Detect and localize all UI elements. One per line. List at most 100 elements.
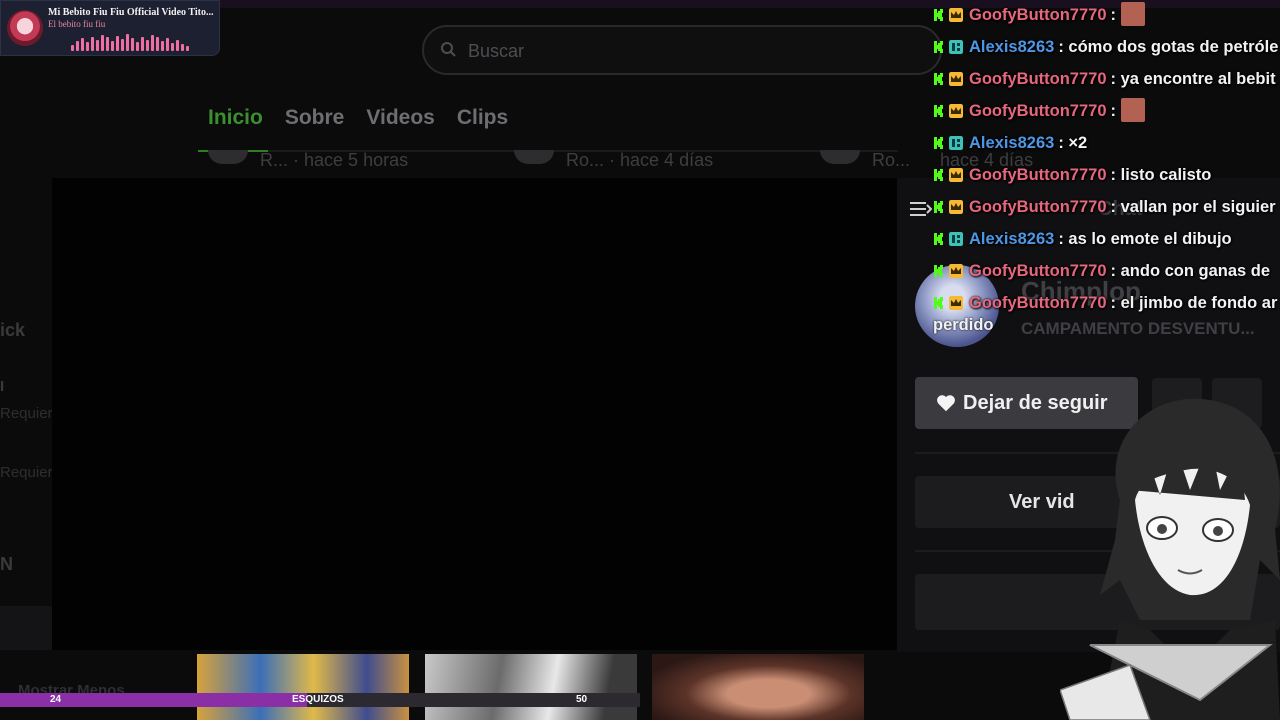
kick-badge-icon [934,265,943,277]
visualizer-bar [146,40,149,51]
chat-separator: : [1110,166,1121,184]
chat-username[interactable]: Alexis8263 [969,230,1054,248]
search-bar[interactable]: Buscar [422,25,942,75]
chat-username[interactable]: GoofyButton7770 [969,102,1107,120]
visualizer-bar [121,39,124,51]
visualizer-bar [141,37,144,51]
subscriber-badge-icon [949,232,963,246]
recent-name: Ro... [872,150,911,170]
recent-name: R... [260,150,289,170]
sidebar-label: N [0,554,13,574]
chat-username[interactable]: GoofyButton7770 [969,198,1107,216]
video-thumbnail[interactable] [652,654,864,720]
chat-username[interactable]: GoofyButton7770 [969,262,1107,280]
chat-text: ando con ganas de [1120,262,1271,280]
chat-message: GoofyButton7770: [933,96,1280,128]
sidebar-block [0,606,52,650]
chat-separator: : [1058,134,1069,152]
chat-message: GoofyButton7770: [933,0,1280,32]
menu-icon[interactable] [910,200,932,218]
tab-videos[interactable]: Videos [366,106,434,130]
chat-username[interactable]: Alexis8263 [969,134,1054,152]
sidebar-label: ick [0,320,26,340]
visualizer-bar [166,38,169,51]
chat-text: cómo dos gotas de petróle [1068,38,1279,56]
chat-message: Alexis8263: cómo dos gotas de petróle [933,32,1280,64]
emote-icon [1120,2,1145,26]
chat-separator: : [1110,294,1121,312]
recent-time: · hace 4 días [609,150,714,170]
visualizer-bar [96,40,99,51]
kick-badge-icon [934,9,943,21]
visualizer-bar [126,34,129,51]
tab-clips[interactable]: Clips [457,106,508,130]
chat-text: ×2 [1068,134,1088,152]
chat-separator: : [1110,102,1121,120]
stream-title: CAMPAMENTO DESVENTU... [1021,319,1255,338]
kick-badge-icon [934,73,943,85]
visualizer-bar [86,42,89,51]
visualizer-bar [81,38,84,51]
recent-item[interactable]: Ro... [820,150,910,171]
now-playing-widget: Mi Bebito Fiu Fiu Official Video Tito...… [0,0,220,56]
crown-badge-icon [949,264,963,278]
sidebar-label: Requier [0,464,53,481]
kick-badge-icon [934,233,943,245]
song-title: Mi Bebito Fiu Fiu Official Video Tito... [48,7,214,18]
visualizer-bar [111,41,114,51]
visualizer-bar [151,35,154,51]
visualizer-bar [171,43,174,51]
subscriber-badge-icon [949,40,963,54]
visualizer-bar [156,37,159,51]
avatar [514,150,554,164]
chat-text: as lo emote el dibujo [1068,230,1232,248]
emote-icon [1120,98,1145,122]
heart-icon [937,395,955,412]
song-artist: El bebito fiu fiu [48,19,106,29]
crown-badge-icon [949,104,963,118]
chat-message-continuation: perdido [933,316,994,334]
visualizer-bar [176,40,179,51]
chat-separator: : [1058,38,1069,56]
goal-progress-bar: 24 ESQUIZOS 50 [0,693,640,707]
tab-sobre[interactable]: Sobre [285,106,345,130]
kick-badge-icon [934,297,943,309]
progress-current: 24 [50,694,62,705]
chat-message: GoofyButton7770: listo calisto [933,160,1280,192]
progress-fill [0,693,308,707]
chat-username[interactable]: GoofyButton7770 [969,294,1107,312]
chat-text: vallan por el siguier [1120,198,1276,216]
chat-message: GoofyButton7770: ya encontre al bebit [933,64,1280,96]
tab-inicio[interactable]: Inicio [208,106,263,130]
crown-badge-icon [949,72,963,86]
crown-badge-icon [949,200,963,214]
chat-username[interactable]: Alexis8263 [969,38,1054,56]
recent-item[interactable]: R... · hace 5 horas [208,150,408,171]
chat-username[interactable]: GoofyButton7770 [969,166,1107,184]
kick-badge-icon [934,201,943,213]
recent-time: · hace 5 horas [293,150,409,170]
chat-message: GoofyButton7770: ando con ganas de [933,256,1280,288]
chat-username[interactable]: GoofyButton7770 [969,6,1107,24]
crown-badge-icon [949,168,963,182]
stream-video-area[interactable] [52,178,898,650]
visualizer-bar [161,41,164,51]
video-thumbnail[interactable] [197,654,409,720]
recent-item[interactable]: Ro... · hace 4 días [514,150,713,171]
crown-badge-icon [949,8,963,22]
visualizer-bar [181,44,184,51]
sidebar-mark: I [0,378,5,395]
progress-label: ESQUIZOS [292,694,344,705]
video-thumbnail[interactable] [425,654,637,720]
audio-visualizer [71,33,193,51]
chat-username[interactable]: GoofyButton7770 [969,70,1107,88]
visualizer-bar [71,45,74,51]
crown-badge-icon [949,296,963,310]
chat-text: listo calisto [1120,166,1212,184]
visualizer-bar [76,41,79,51]
visualizer-bar [186,46,189,51]
kick-badge-icon [934,41,943,53]
chat-separator: : [1110,6,1121,24]
kick-badge-icon [934,169,943,181]
subscriber-badge-icon [949,136,963,150]
